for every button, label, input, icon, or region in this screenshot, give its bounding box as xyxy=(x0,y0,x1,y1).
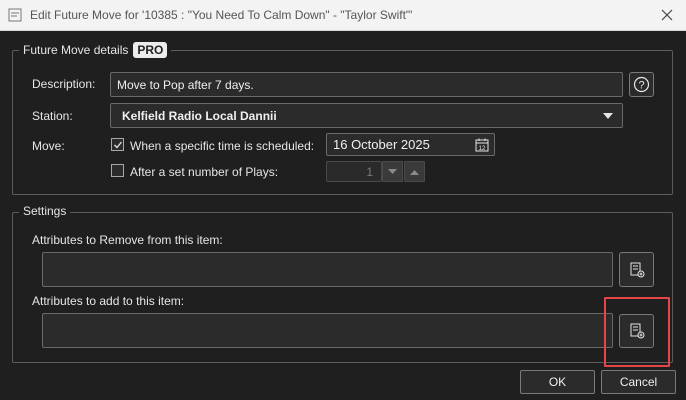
scheduled-checkbox[interactable] xyxy=(111,138,124,151)
move-label: Move: xyxy=(32,139,65,153)
attribute-picker-icon xyxy=(630,262,644,277)
close-icon[interactable] xyxy=(658,6,676,24)
arrow-up-icon xyxy=(410,169,419,175)
station-dropdown[interactable]: Kelfield Radio Local Dannii xyxy=(110,103,623,128)
highlight-box xyxy=(604,297,670,367)
cancel-button[interactable]: Cancel xyxy=(601,370,676,394)
plays-increment-button[interactable] xyxy=(404,161,425,182)
chevron-down-icon xyxy=(603,113,613,119)
future-move-legend-text: Future Move details xyxy=(23,43,129,57)
window-title: Edit Future Move for '10385 : "You Need … xyxy=(30,8,413,22)
settings-legend: Settings xyxy=(19,204,71,218)
arrow-down-icon xyxy=(388,168,397,174)
remove-attributes-label: Attributes to Remove from this item: xyxy=(32,233,223,247)
title-bar: Edit Future Move for '10385 : "You Need … xyxy=(0,0,686,31)
help-icon: ? xyxy=(633,76,650,93)
add-attributes-field[interactable] xyxy=(42,313,613,348)
remove-attributes-picker-button[interactable] xyxy=(619,252,654,287)
plays-decrement-button[interactable] xyxy=(382,161,403,182)
date-value: 16 October 2025 xyxy=(333,137,430,152)
description-input[interactable]: Move to Pop after 7 days. xyxy=(110,72,623,97)
future-move-legend: Future Move details PRO xyxy=(19,42,172,58)
plays-label[interactable]: After a set number of Plays: xyxy=(130,165,278,179)
plays-checkbox[interactable] xyxy=(111,164,124,177)
calendar-icon[interactable]: 12 xyxy=(475,138,489,152)
document-icon xyxy=(8,8,22,22)
plays-stepper[interactable]: 1 xyxy=(326,161,382,182)
station-value: Kelfield Radio Local Dannii xyxy=(122,108,277,123)
help-button[interactable]: ? xyxy=(629,72,654,97)
svg-text:?: ? xyxy=(638,80,644,92)
pro-badge: PRO xyxy=(133,42,168,58)
remove-attributes-field[interactable] xyxy=(42,252,613,287)
description-label: Description: xyxy=(32,77,96,91)
settings-legend-text: Settings xyxy=(23,204,67,218)
scheduled-label[interactable]: When a specific time is scheduled: xyxy=(130,139,314,153)
ok-button[interactable]: OK xyxy=(520,370,595,394)
checkmark-icon xyxy=(113,141,122,148)
add-attributes-label: Attributes to add to this item: xyxy=(32,294,185,308)
plays-value: 1 xyxy=(366,164,373,179)
svg-text:12: 12 xyxy=(479,146,486,152)
date-picker[interactable]: 16 October 2025 12 xyxy=(326,133,495,156)
station-label: Station: xyxy=(32,109,73,123)
